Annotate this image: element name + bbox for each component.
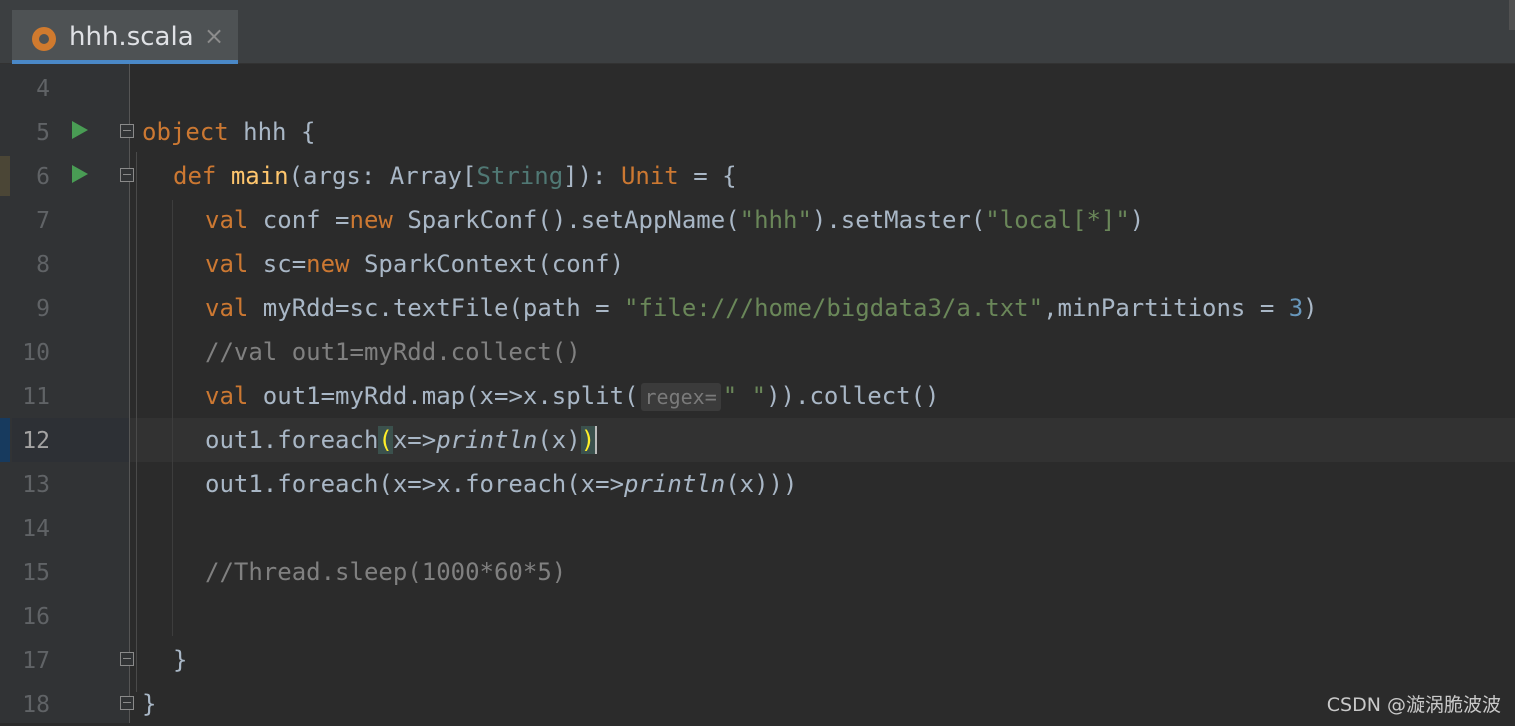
code-token: new bbox=[306, 250, 350, 278]
code-text: out1.foreach(x=>x.foreach(x=>println(x))… bbox=[205, 470, 798, 498]
code-line: 9 val myRdd=sc.textFile(path = "file:///… bbox=[0, 286, 1515, 330]
run-gutter-icon[interactable] bbox=[72, 165, 88, 183]
code-token: new bbox=[349, 206, 393, 234]
fold-icon[interactable] bbox=[120, 168, 134, 182]
scrollbar-corner bbox=[1509, 0, 1515, 30]
code-text: def main(args: Array[String]): Unit = { bbox=[173, 162, 737, 190]
code-text: val myRdd=sc.textFile(path = "file:///ho… bbox=[205, 294, 1318, 322]
watermark: CSDN @漩涡脆波波 bbox=[1326, 694, 1501, 716]
code-token: val bbox=[205, 250, 249, 278]
line-number: 12 bbox=[22, 428, 50, 454]
code-text: val conf =new SparkConf().setAppName("hh… bbox=[205, 206, 1145, 234]
code-comment: //Thread.sleep(1000*60*5) bbox=[205, 558, 567, 586]
code-text: out1.foreach(x=>println(x)) bbox=[205, 426, 598, 454]
tab-label: hhh.scala bbox=[69, 22, 194, 52]
code-token: 3 bbox=[1288, 294, 1304, 322]
code-line: 4 bbox=[0, 66, 1515, 110]
code-token: "file:///home/bigdata3/a.txt" bbox=[624, 294, 1044, 322]
code-token: main bbox=[230, 162, 289, 190]
parameter-hint: regex= bbox=[640, 383, 721, 411]
close-icon[interactable]: × bbox=[204, 22, 224, 50]
code-line: 10 //val out1=myRdd.collect() bbox=[0, 330, 1515, 374]
code-token: def bbox=[173, 162, 217, 190]
scala-object-icon bbox=[32, 27, 56, 51]
editor-tab-bar: hhh.scala × bbox=[0, 0, 1515, 64]
code-text: } bbox=[142, 690, 157, 718]
line-number: 8 bbox=[36, 252, 50, 278]
code-token: String bbox=[476, 162, 564, 190]
line-number: 5 bbox=[36, 120, 50, 146]
code-token: println bbox=[436, 426, 538, 454]
code-line: 11 val out1=myRdd.map(x=>x.split(regex= "… bbox=[0, 374, 1515, 418]
code-line: 5 object hhh { bbox=[0, 110, 1515, 154]
code-line: 14 bbox=[0, 506, 1515, 550]
code-token: println bbox=[624, 470, 726, 498]
code-text: object hhh { bbox=[142, 118, 316, 146]
code-token: object bbox=[142, 118, 229, 146]
tab-hhh-scala[interactable]: hhh.scala × bbox=[12, 10, 238, 64]
code-line: 17 } bbox=[0, 638, 1515, 682]
line-number: 14 bbox=[22, 516, 50, 542]
fold-icon[interactable] bbox=[120, 652, 134, 666]
code-line: 8 val sc=new SparkContext(conf) bbox=[0, 242, 1515, 286]
line-number: 16 bbox=[22, 604, 50, 630]
code-line: 7 val conf =new SparkConf().setAppName("… bbox=[0, 198, 1515, 242]
line-number: 18 bbox=[22, 692, 50, 718]
code-line: 13 out1.foreach(x=>x.foreach(x=>println(… bbox=[0, 462, 1515, 506]
line-number: 11 bbox=[22, 384, 50, 410]
code-line: 18 } bbox=[0, 682, 1515, 726]
line-number: 9 bbox=[36, 296, 50, 322]
line-number: 6 bbox=[36, 164, 50, 190]
fold-icon[interactable] bbox=[120, 124, 134, 138]
code-token: val bbox=[205, 294, 249, 322]
text-caret bbox=[595, 426, 598, 454]
code-token: val bbox=[205, 382, 249, 410]
code-text: val out1=myRdd.map(x=>x.split(regex= " ")… bbox=[205, 382, 940, 411]
run-gutter-icon[interactable] bbox=[72, 121, 88, 139]
line-number: 15 bbox=[22, 560, 50, 586]
code-token: " " bbox=[722, 382, 767, 410]
code-text: val sc=new SparkContext(conf) bbox=[205, 250, 625, 278]
code-line: 16 bbox=[0, 594, 1515, 638]
code-token: Unit bbox=[620, 162, 679, 190]
line-number: 17 bbox=[22, 648, 50, 674]
line-number: 10 bbox=[22, 340, 50, 366]
line-number: 13 bbox=[22, 472, 50, 498]
matched-bracket: ) bbox=[580, 426, 596, 454]
code-token: "local[*]" bbox=[985, 206, 1130, 234]
code-token: "hhh" bbox=[739, 206, 812, 234]
code-line: 6 def main(args: Array[String]): Unit = … bbox=[0, 154, 1515, 198]
code-line-current: 12 out1.foreach(x=>println(x)) bbox=[0, 418, 1515, 462]
code-comment: //val out1=myRdd.collect() bbox=[205, 338, 581, 366]
line-number: 4 bbox=[36, 76, 50, 102]
line-number: 7 bbox=[36, 208, 50, 234]
code-text: } bbox=[173, 646, 188, 674]
matched-bracket: ( bbox=[378, 426, 393, 454]
fold-icon[interactable] bbox=[120, 696, 134, 710]
code-line: 15 //Thread.sleep(1000*60*5) bbox=[0, 550, 1515, 594]
code-token: val bbox=[205, 206, 249, 234]
